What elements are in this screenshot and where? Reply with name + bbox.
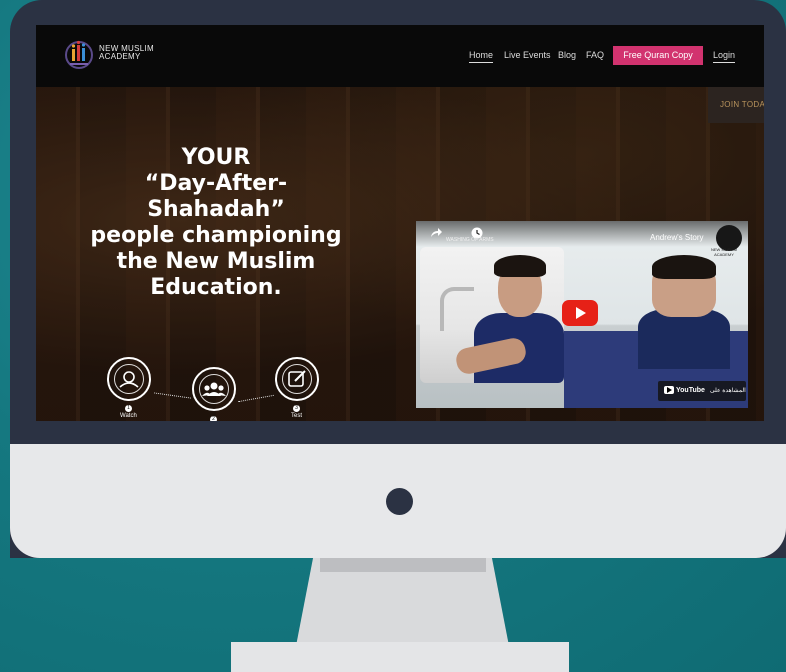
step-label-watch: Watch — [120, 413, 137, 419]
nav-live-events[interactable]: Live Events — [504, 50, 551, 61]
step-label-test: Test — [291, 413, 303, 419]
monitor-base — [231, 642, 569, 672]
video-inset — [420, 247, 564, 383]
watch-on-label: المشاهدة على — [710, 388, 746, 394]
logo-icon[interactable] — [64, 39, 94, 71]
inset-hair — [494, 255, 546, 277]
play-button[interactable] — [562, 300, 598, 326]
nav-faq[interactable]: FAQ — [586, 50, 604, 61]
step-test[interactable] — [275, 357, 319, 401]
video-title[interactable]: Andrew's Story — [650, 233, 704, 243]
video-person-shirt — [638, 309, 730, 369]
step-number-3: 3 — [293, 405, 300, 412]
video-player[interactable]: WASHING OF ARMS Andrew's Story NEW MUSLI… — [416, 221, 748, 408]
nav-blog[interactable]: Blog — [558, 50, 576, 61]
step-join[interactable] — [192, 367, 236, 411]
step-number-1: 1 — [125, 405, 132, 412]
youtube-icon — [664, 386, 674, 394]
edit-icon — [288, 370, 306, 387]
hero-headline: YOUR “Day-After- Shahadah” people champi… — [90, 145, 342, 300]
monitor-stand-neck — [320, 558, 486, 572]
inset-caption: WASHING OF ARMS — [446, 237, 494, 243]
free-quran-copy-button[interactable]: Free Quran Copy — [613, 46, 703, 65]
channel-name: NEW MUSLIM ACADEMY — [711, 247, 737, 257]
navbar: NEW MUSLIM ACADEMY Home Live Events Blog… — [36, 25, 764, 87]
play-icon — [576, 307, 586, 319]
faucet — [440, 287, 474, 331]
step-watch[interactable] — [107, 357, 151, 401]
join-today-button[interactable]: JOIN TODA — [708, 87, 764, 123]
youtube-label: YouTube — [676, 387, 705, 394]
screen: NEW MUSLIM ACADEMY Home Live Events Blog… — [36, 25, 764, 421]
watch-on-youtube[interactable]: YouTube المشاهدة على — [658, 381, 746, 401]
video-person-hair — [652, 255, 716, 279]
share-icon[interactable] — [430, 227, 442, 239]
nav-login[interactable]: Login — [713, 50, 736, 63]
step-number-2: 2 — [210, 416, 217, 421]
nav-home[interactable]: Home — [469, 50, 494, 63]
logo-text[interactable]: NEW MUSLIM ACADEMY — [99, 45, 154, 61]
power-indicator — [386, 488, 413, 515]
logo-line-2: ACADEMY — [99, 52, 141, 61]
group-icon — [202, 382, 226, 396]
user-play-icon — [119, 371, 139, 388]
